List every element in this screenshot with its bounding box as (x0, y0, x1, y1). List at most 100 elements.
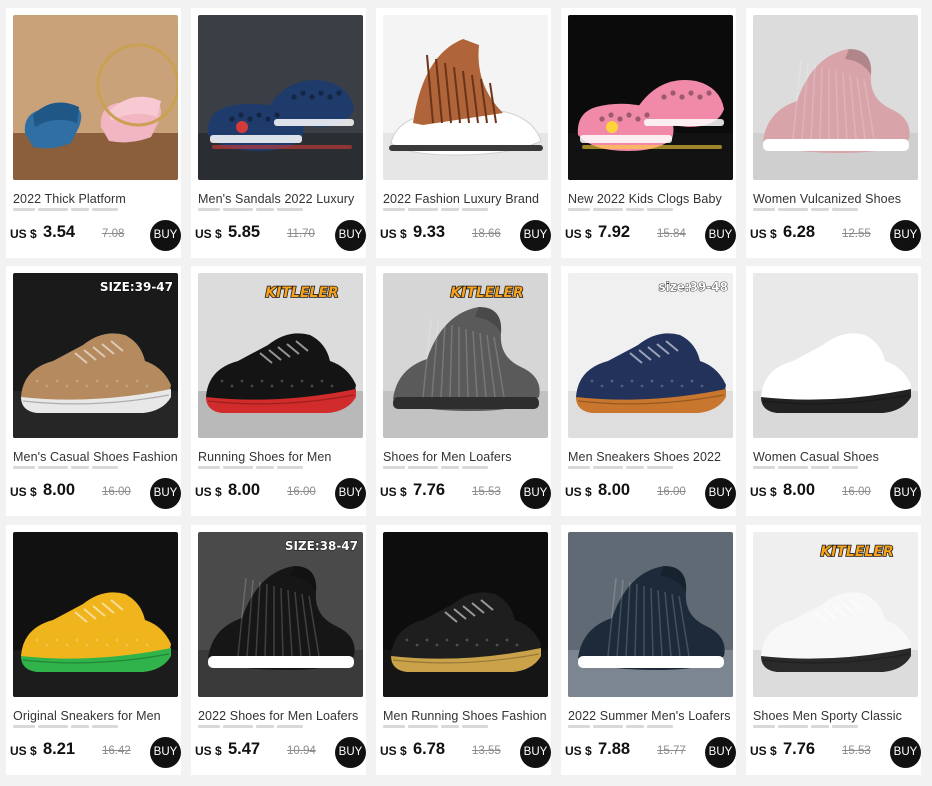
product-card[interactable]: KITLELER Running Shoes for Men US $ 8.00 16.… (191, 266, 366, 516)
product-image[interactable] (198, 15, 363, 180)
product-title[interactable]: Running Shoes for Men (198, 450, 362, 467)
product-title[interactable]: 2022 Fashion Luxury Brand (383, 192, 547, 209)
buy-button[interactable]: BUY (520, 737, 551, 768)
product-image[interactable]: KITLELER (198, 273, 363, 438)
currency-label: US $ (195, 485, 222, 499)
sale-price: 9.33 (413, 223, 446, 241)
title-second-line (13, 208, 153, 214)
product-card[interactable]: 2022 Fashion Luxury Brand US $ 9.33 18.66 BU… (376, 8, 551, 258)
buy-button[interactable]: BUY (890, 478, 921, 509)
product-image[interactable] (753, 273, 918, 438)
buy-button[interactable]: BUY (150, 220, 181, 251)
product-image-graphic (568, 15, 733, 180)
product-image-graphic: SIZE:39-47 (13, 273, 178, 438)
product-title[interactable]: 2022 Shoes for Men Loafers (198, 709, 362, 726)
original-price: 18.66 (472, 228, 501, 240)
product-title[interactable]: Original Sneakers for Men (13, 709, 177, 726)
price-row: US $ 7.76 15.53 BUY (380, 476, 551, 509)
product-image-graphic (13, 532, 178, 697)
buy-button[interactable]: BUY (705, 737, 736, 768)
size-badge: size:39-48 (658, 280, 728, 294)
title-second-line (198, 466, 338, 472)
product-image[interactable] (383, 532, 548, 697)
svg-text:KITLELER: KITLELER (450, 285, 523, 301)
price-row: US $ 8.21 16.42 BUY (10, 735, 181, 768)
original-price: 16.00 (657, 486, 686, 498)
currency-label: US $ (10, 227, 37, 241)
original-price: 7.08 (102, 228, 125, 240)
buy-button[interactable]: BUY (520, 478, 551, 509)
sale-price: 6.78 (413, 740, 446, 758)
product-title[interactable]: New 2022 Kids Clogs Baby (568, 192, 732, 209)
buy-button[interactable]: BUY (705, 220, 736, 251)
sale-price: 5.85 (228, 223, 261, 241)
size-badge: SIZE:39-47 (100, 280, 173, 294)
buy-button[interactable]: BUY (335, 220, 366, 251)
product-card[interactable]: New 2022 Kids Clogs Baby US $ 7.92 15.84 BUY (561, 8, 736, 258)
product-card[interactable]: 2022 Summer Men's Loafers US $ 7.88 15.77 BU… (561, 525, 736, 775)
product-image-graphic (753, 273, 918, 438)
product-card[interactable]: Women Casual Shoes US $ 8.00 16.00 BUY (746, 266, 921, 516)
product-card[interactable]: SIZE:39-47 Men's Casual Shoes Fashion US $… (6, 266, 181, 516)
buy-button[interactable]: BUY (890, 737, 921, 768)
product-card[interactable]: KITLELER Shoes for Men Loafers US $ 7.76 15.… (376, 266, 551, 516)
product-title[interactable]: Women Vulcanized Shoes (753, 192, 917, 209)
product-image[interactable]: size:39-48 (568, 273, 733, 438)
product-title[interactable]: Shoes Men Sporty Classic (753, 709, 917, 726)
product-image[interactable] (568, 15, 733, 180)
original-price: 13.55 (472, 745, 501, 757)
product-image-graphic (383, 15, 548, 180)
product-title[interactable]: 2022 Summer Men's Loafers (568, 709, 732, 726)
product-card[interactable]: Men Running Shoes Fashion US $ 6.78 13.55 BU… (376, 525, 551, 775)
currency-label: US $ (565, 227, 592, 241)
original-price: 12.55 (842, 228, 871, 240)
product-image-graphic: size:39-48 (568, 273, 733, 438)
product-title[interactable]: Men Running Shoes Fashion (383, 709, 547, 726)
product-title[interactable]: Men's Casual Shoes Fashion (13, 450, 177, 467)
title-second-line (568, 466, 708, 472)
currency-label: US $ (380, 485, 407, 499)
product-image[interactable] (383, 15, 548, 180)
product-grid: 2022 Thick Platform US $3.54 7.08 BUY Men's … (0, 0, 932, 786)
product-card[interactable]: Men's Sandals 2022 Luxury US $ 5.85 11.70 BU… (191, 8, 366, 258)
sale-price: 3.54 (43, 223, 76, 241)
buy-button[interactable]: BUY (150, 737, 181, 768)
product-title[interactable]: Men's Sandals 2022 Luxury (198, 192, 362, 209)
buy-button[interactable]: BUY (520, 220, 551, 251)
product-image[interactable] (568, 532, 733, 697)
size-badge: SIZE:38-47 (285, 539, 358, 553)
product-title[interactable]: Shoes for Men Loafers (383, 450, 547, 467)
product-card[interactable]: KITLELER Shoes Men Sporty Classic US $ 7.76… (746, 525, 921, 775)
product-card[interactable]: Women Vulcanized Shoes US $ 6.28 12.55 BUY (746, 8, 921, 258)
buy-button[interactable]: BUY (705, 478, 736, 509)
product-card[interactable]: SIZE:38-47 2022 Shoes for Men Loafers US $… (191, 525, 366, 775)
product-card[interactable]: 2022 Thick Platform US $ 3.54 7.08 BUY (6, 8, 181, 258)
product-image[interactable] (13, 532, 178, 697)
price-row: US $ 6.28 12.55 BUY (750, 218, 921, 251)
product-card[interactable]: size:39-48 Men Sneakers Shoes 2022 US $ 8.0… (561, 266, 736, 516)
title-second-line (383, 466, 523, 472)
svg-text:KITLELER: KITLELER (820, 544, 893, 560)
currency-label: US $ (10, 485, 37, 499)
original-price: 15.84 (657, 228, 686, 240)
buy-button[interactable]: BUY (150, 478, 181, 509)
product-image[interactable] (753, 15, 918, 180)
sale-price: 7.76 (413, 481, 446, 499)
price-row: US $ 7.92 15.84 BUY (565, 218, 736, 251)
product-image[interactable]: SIZE:39-47 (13, 273, 178, 438)
product-image[interactable] (13, 15, 178, 180)
product-title[interactable]: Women Casual Shoes (753, 450, 917, 467)
buy-button[interactable]: BUY (890, 220, 921, 251)
sale-price: 7.76 (783, 740, 816, 758)
buy-button[interactable]: BUY (335, 737, 366, 768)
product-card[interactable]: Original Sneakers for Men US $ 8.21 16.42 BU… (6, 525, 181, 775)
product-title[interactable]: 2022 Thick Platform (13, 192, 177, 209)
title-second-line (198, 725, 338, 731)
original-price: 15.53 (842, 745, 871, 757)
product-title[interactable]: Men Sneakers Shoes 2022 (568, 450, 732, 467)
product-image[interactable]: KITLELER (753, 532, 918, 697)
product-image[interactable]: SIZE:38-47 (198, 532, 363, 697)
title-second-line (383, 208, 523, 214)
product-image[interactable]: KITLELER (383, 273, 548, 438)
buy-button[interactable]: BUY (335, 478, 366, 509)
